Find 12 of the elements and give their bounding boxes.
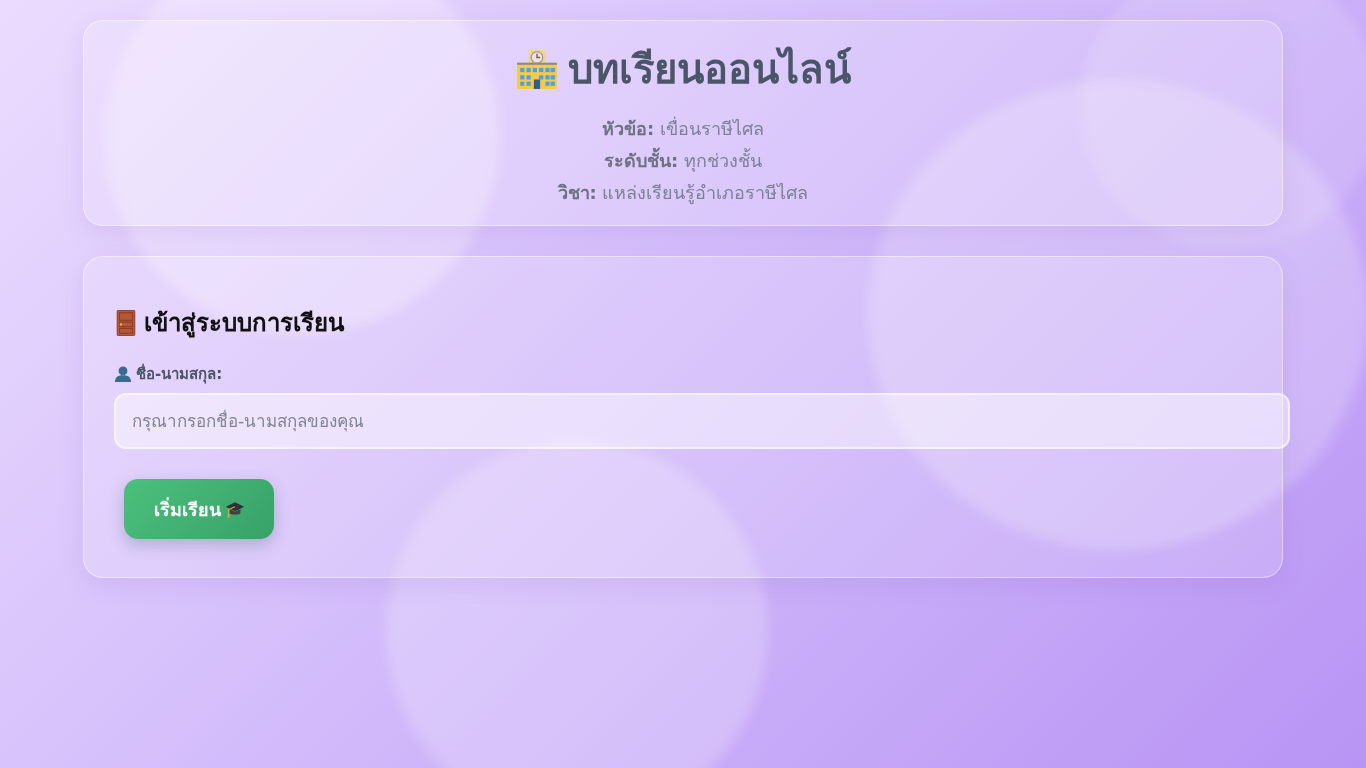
school-building-icon: [515, 48, 558, 90]
person-icon: [114, 366, 132, 382]
login-heading: เข้าสู่ระบบการเรียน: [144, 308, 344, 340]
name-field-label: ชื่อ-นามสกุล:: [136, 363, 223, 385]
lesson-detail: ระดับชั้น: ทุกช่วงชั้น: [604, 145, 762, 177]
start-learning-button[interactable]: เริ่มเรียน: [124, 479, 274, 539]
page-title: บทเรียนออนไลน์: [567, 45, 851, 94]
lesson-detail: หัวข้อ: เขื่อนราษีไศล: [602, 115, 764, 141]
name-input-field[interactable]: กรุณากรอกชื่อ-นามสกุลของคุณ: [114, 393, 1290, 449]
lesson-detail: วิชา: แหล่งเรียนรู้อำเภอราษีไศล: [557, 181, 809, 206]
door-icon: [116, 310, 136, 336]
graduation-cap-icon: [224, 500, 245, 518]
